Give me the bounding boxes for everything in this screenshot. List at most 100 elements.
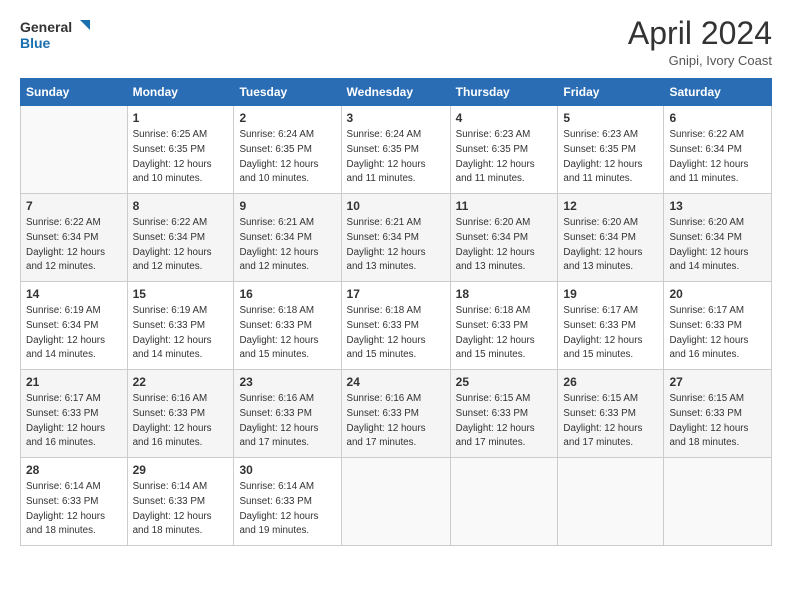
day-number: 17 [347,286,445,302]
calendar-cell: 11 Sunrise: 6:20 AMSunset: 6:34 PMDaylig… [450,194,558,282]
calendar-cell [21,106,128,194]
calendar-cell: 12 Sunrise: 6:20 AMSunset: 6:34 PMDaylig… [558,194,664,282]
calendar-cell: 21 Sunrise: 6:17 AMSunset: 6:33 PMDaylig… [21,370,128,458]
calendar-cell: 27 Sunrise: 6:15 AMSunset: 6:33 PMDaylig… [664,370,772,458]
calendar-cell: 18 Sunrise: 6:18 AMSunset: 6:33 PMDaylig… [450,282,558,370]
calendar-cell: 29 Sunrise: 6:14 AMSunset: 6:33 PMDaylig… [127,458,234,546]
day-number: 22 [133,374,229,390]
day-detail: Sunrise: 6:17 AMSunset: 6:33 PMDaylight:… [669,305,748,360]
day-detail: Sunrise: 6:25 AMSunset: 6:35 PMDaylight:… [133,129,212,184]
day-number: 29 [133,462,229,478]
day-detail: Sunrise: 6:17 AMSunset: 6:33 PMDaylight:… [563,305,642,360]
day-number: 12 [563,198,658,214]
column-header-saturday: Saturday [664,79,772,106]
day-number: 14 [26,286,122,302]
calendar-cell: 24 Sunrise: 6:16 AMSunset: 6:33 PMDaylig… [341,370,450,458]
day-number: 21 [26,374,122,390]
day-number: 23 [239,374,335,390]
day-detail: Sunrise: 6:16 AMSunset: 6:33 PMDaylight:… [133,393,212,448]
svg-text:General: General [20,19,72,35]
day-detail: Sunrise: 6:22 AMSunset: 6:34 PMDaylight:… [133,217,212,272]
calendar-cell: 15 Sunrise: 6:19 AMSunset: 6:33 PMDaylig… [127,282,234,370]
day-detail: Sunrise: 6:18 AMSunset: 6:33 PMDaylight:… [456,305,535,360]
page: General Blue April 2024 Gnipi, Ivory Coa… [0,0,792,612]
day-detail: Sunrise: 6:14 AMSunset: 6:33 PMDaylight:… [133,481,212,536]
day-number: 13 [669,198,766,214]
calendar-cell: 28 Sunrise: 6:14 AMSunset: 6:33 PMDaylig… [21,458,128,546]
calendar-cell: 4 Sunrise: 6:23 AMSunset: 6:35 PMDayligh… [450,106,558,194]
day-detail: Sunrise: 6:17 AMSunset: 6:33 PMDaylight:… [26,393,105,448]
day-detail: Sunrise: 6:23 AMSunset: 6:35 PMDaylight:… [456,129,535,184]
calendar-week-row: 1 Sunrise: 6:25 AMSunset: 6:35 PMDayligh… [21,106,772,194]
day-detail: Sunrise: 6:22 AMSunset: 6:34 PMDaylight:… [669,129,748,184]
column-header-thursday: Thursday [450,79,558,106]
calendar-cell [450,458,558,546]
column-header-friday: Friday [558,79,664,106]
day-number: 1 [133,110,229,126]
day-number: 19 [563,286,658,302]
day-detail: Sunrise: 6:16 AMSunset: 6:33 PMDaylight:… [347,393,426,448]
header: General Blue April 2024 Gnipi, Ivory Coa… [20,16,772,68]
calendar-cell: 16 Sunrise: 6:18 AMSunset: 6:33 PMDaylig… [234,282,341,370]
calendar-cell: 13 Sunrise: 6:20 AMSunset: 6:34 PMDaylig… [664,194,772,282]
column-header-tuesday: Tuesday [234,79,341,106]
day-number: 11 [456,198,553,214]
calendar-cell: 22 Sunrise: 6:16 AMSunset: 6:33 PMDaylig… [127,370,234,458]
day-number: 28 [26,462,122,478]
day-number: 10 [347,198,445,214]
day-detail: Sunrise: 6:20 AMSunset: 6:34 PMDaylight:… [563,217,642,272]
day-number: 27 [669,374,766,390]
calendar-table: SundayMondayTuesdayWednesdayThursdayFrid… [20,78,772,546]
calendar-cell [558,458,664,546]
logo-svg: General Blue [20,16,90,56]
day-detail: Sunrise: 6:18 AMSunset: 6:33 PMDaylight:… [347,305,426,360]
day-number: 7 [26,198,122,214]
day-detail: Sunrise: 6:14 AMSunset: 6:33 PMDaylight:… [26,481,105,536]
day-number: 16 [239,286,335,302]
day-number: 4 [456,110,553,126]
calendar-week-row: 14 Sunrise: 6:19 AMSunset: 6:34 PMDaylig… [21,282,772,370]
calendar-cell: 9 Sunrise: 6:21 AMSunset: 6:34 PMDayligh… [234,194,341,282]
calendar-cell: 7 Sunrise: 6:22 AMSunset: 6:34 PMDayligh… [21,194,128,282]
logo: General Blue [20,16,90,56]
day-detail: Sunrise: 6:23 AMSunset: 6:35 PMDaylight:… [563,129,642,184]
day-detail: Sunrise: 6:14 AMSunset: 6:33 PMDaylight:… [239,481,318,536]
calendar-week-row: 28 Sunrise: 6:14 AMSunset: 6:33 PMDaylig… [21,458,772,546]
main-title: April 2024 [628,16,772,51]
calendar-header-row: SundayMondayTuesdayWednesdayThursdayFrid… [21,79,772,106]
calendar-cell: 2 Sunrise: 6:24 AMSunset: 6:35 PMDayligh… [234,106,341,194]
calendar-cell: 14 Sunrise: 6:19 AMSunset: 6:34 PMDaylig… [21,282,128,370]
day-number: 26 [563,374,658,390]
column-header-sunday: Sunday [21,79,128,106]
day-detail: Sunrise: 6:24 AMSunset: 6:35 PMDaylight:… [239,129,318,184]
day-number: 25 [456,374,553,390]
calendar-cell: 20 Sunrise: 6:17 AMSunset: 6:33 PMDaylig… [664,282,772,370]
calendar-cell [664,458,772,546]
day-detail: Sunrise: 6:24 AMSunset: 6:35 PMDaylight:… [347,129,426,184]
day-number: 3 [347,110,445,126]
svg-text:Blue: Blue [20,35,51,51]
day-number: 20 [669,286,766,302]
calendar-cell: 30 Sunrise: 6:14 AMSunset: 6:33 PMDaylig… [234,458,341,546]
day-number: 6 [669,110,766,126]
calendar-cell: 23 Sunrise: 6:16 AMSunset: 6:33 PMDaylig… [234,370,341,458]
calendar-cell: 10 Sunrise: 6:21 AMSunset: 6:34 PMDaylig… [341,194,450,282]
day-number: 18 [456,286,553,302]
column-header-monday: Monday [127,79,234,106]
day-detail: Sunrise: 6:22 AMSunset: 6:34 PMDaylight:… [26,217,105,272]
calendar-cell [341,458,450,546]
calendar-cell: 5 Sunrise: 6:23 AMSunset: 6:35 PMDayligh… [558,106,664,194]
day-number: 24 [347,374,445,390]
calendar-week-row: 21 Sunrise: 6:17 AMSunset: 6:33 PMDaylig… [21,370,772,458]
calendar-cell: 1 Sunrise: 6:25 AMSunset: 6:35 PMDayligh… [127,106,234,194]
day-number: 30 [239,462,335,478]
day-detail: Sunrise: 6:15 AMSunset: 6:33 PMDaylight:… [669,393,748,448]
calendar-cell: 19 Sunrise: 6:17 AMSunset: 6:33 PMDaylig… [558,282,664,370]
day-detail: Sunrise: 6:21 AMSunset: 6:34 PMDaylight:… [347,217,426,272]
day-number: 8 [133,198,229,214]
day-number: 9 [239,198,335,214]
calendar-cell: 6 Sunrise: 6:22 AMSunset: 6:34 PMDayligh… [664,106,772,194]
title-block: April 2024 Gnipi, Ivory Coast [628,16,772,68]
calendar-cell: 17 Sunrise: 6:18 AMSunset: 6:33 PMDaylig… [341,282,450,370]
calendar-week-row: 7 Sunrise: 6:22 AMSunset: 6:34 PMDayligh… [21,194,772,282]
